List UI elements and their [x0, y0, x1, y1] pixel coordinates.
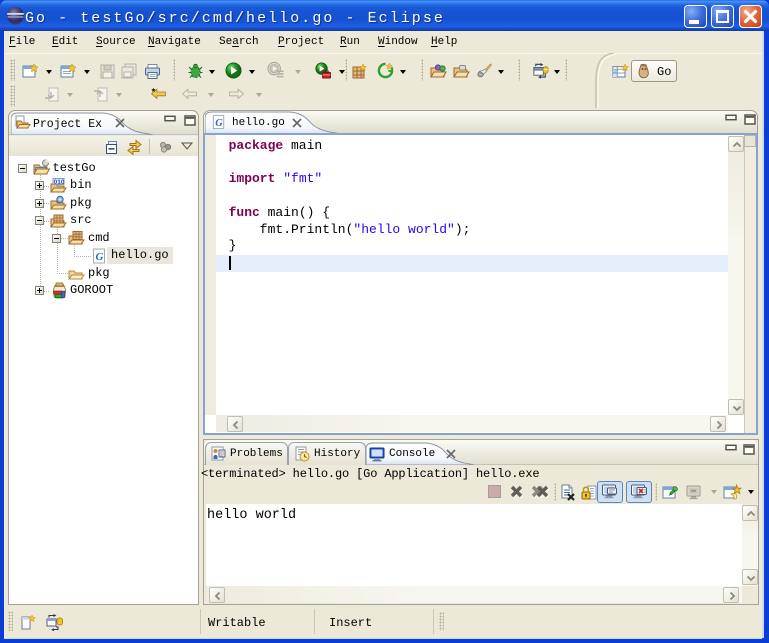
svg-text:G: G: [96, 251, 104, 263]
svg-text:G: G: [215, 118, 223, 129]
svg-text:010: 010: [54, 178, 65, 185]
